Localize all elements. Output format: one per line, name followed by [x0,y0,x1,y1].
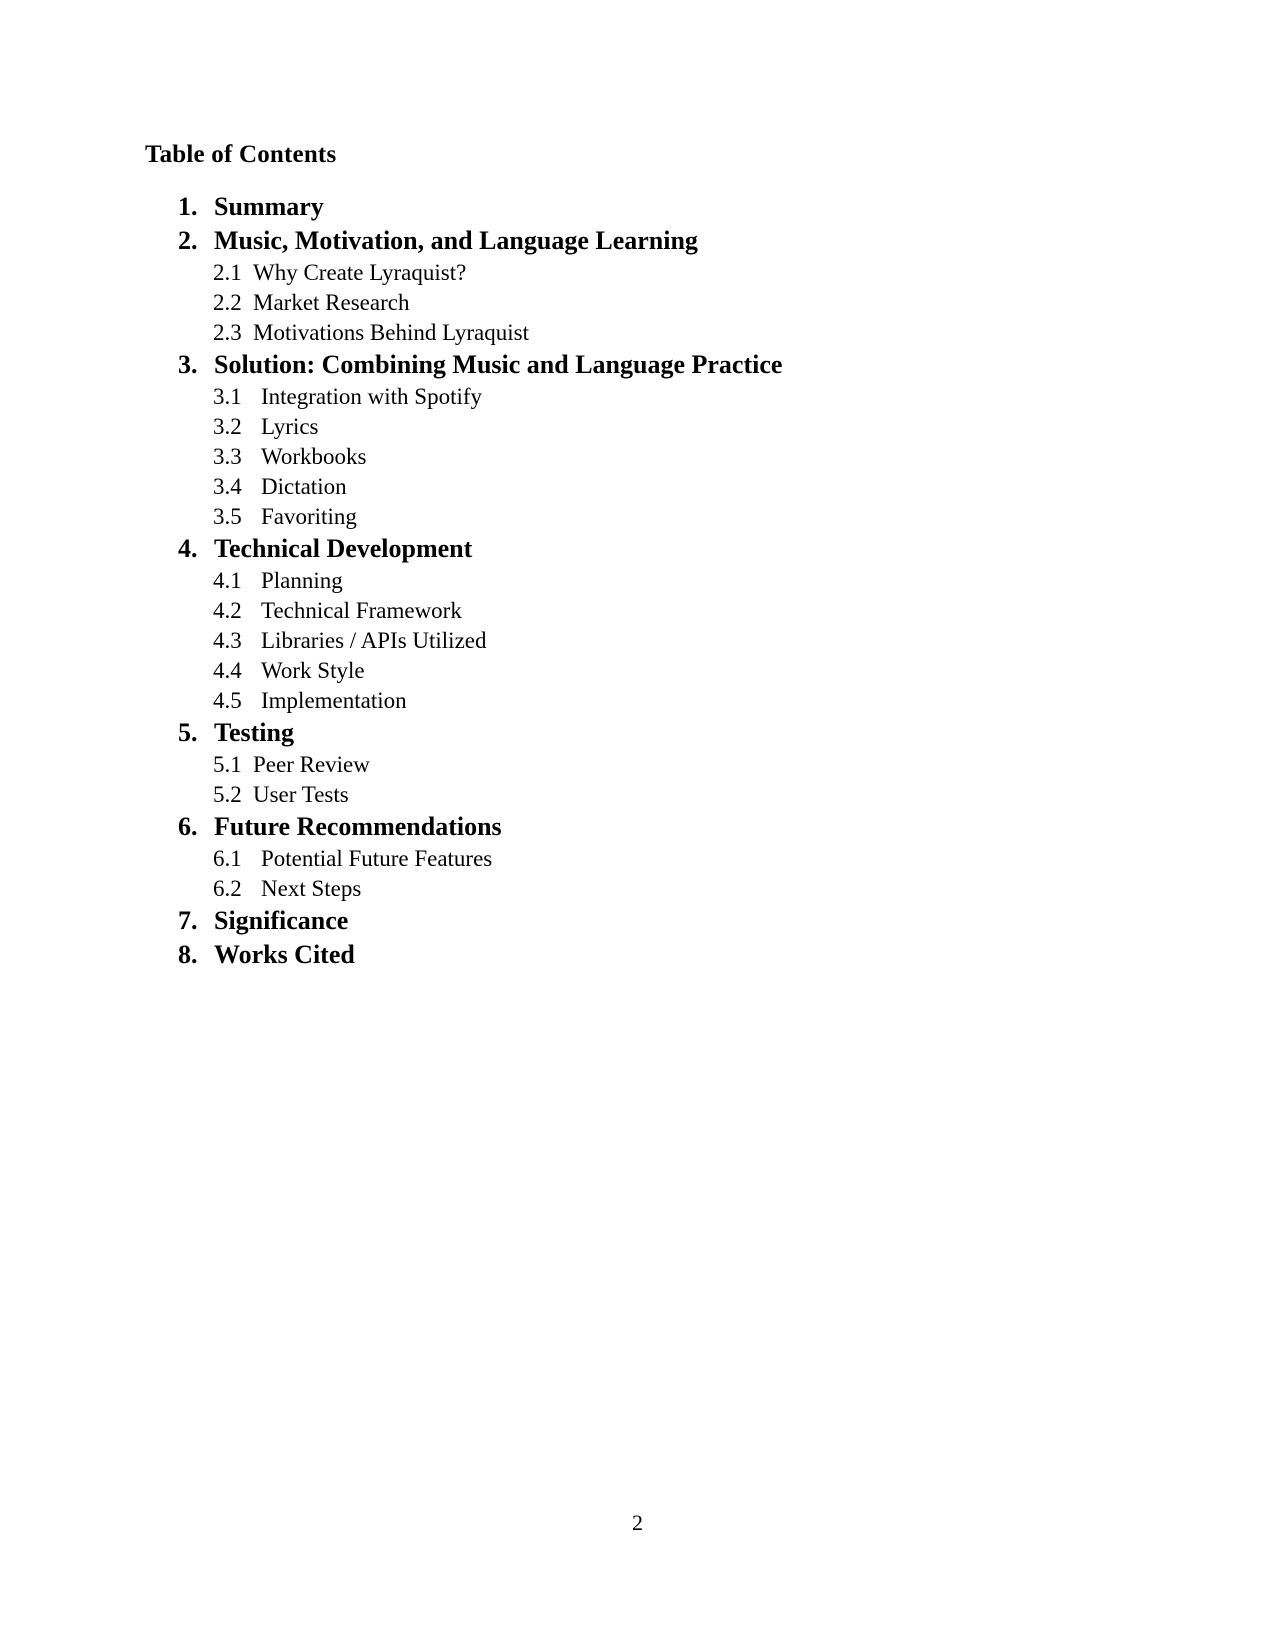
toc-subsection-list: 6.1 Potential Future Features 6.2 Next Step… [145,844,1130,904]
toc-section-label: Future Recommendations [214,812,502,841]
toc-section-label: Significance [214,906,349,935]
toc-subsection-number: 2.2 [213,290,242,315]
toc-subsection-label: Technical Framework [261,598,462,623]
toc-subsection-2-2[interactable]: 2.2 Market Research [145,288,1130,318]
toc-subsection-number: 2.3 [213,320,242,345]
toc-subsection-number: 4.5 [213,688,242,713]
toc-subsection-number: 6.2 [213,876,242,901]
toc-subsection-3-3[interactable]: 3.3 Workbooks [145,442,1130,472]
toc-section-8[interactable]: 8. Works Cited [145,938,1130,972]
toc-subsection-label: Dictation [261,474,347,499]
toc-subsection-number: 4.1 [213,568,242,593]
toc-subsection-3-4[interactable]: 3.4 Dictation [145,472,1130,502]
toc-subsection-label: Lyrics [261,414,319,439]
toc-section-number: 7. [178,906,198,935]
toc-entry: 2. Music, Motivation, and Language Learni… [145,224,1130,348]
toc-section-label: Summary [214,192,324,221]
toc-subsection-label: Why Create Lyraquist? [253,260,467,285]
document-page: Table of Contents 1. Summary 2. Music, Moti… [0,0,1275,1650]
toc-subsection-4-5[interactable]: 4.5 Implementation [145,686,1130,716]
toc-entry: 7. Significance [145,904,1130,938]
toc-subsection-label: User Tests [253,782,349,807]
toc-subsection-label: Market Research [253,290,410,315]
toc-subsection-6-2[interactable]: 6.2 Next Steps [145,874,1130,904]
toc-subsection-list: 3.1 Integration with Spotify 3.2 Lyrics 3.3 W… [145,382,1130,532]
toc-subsection-label: Libraries / APIs Utilized [261,628,487,653]
toc-section-number: 1. [178,192,198,221]
toc-subsection-label: Potential Future Features [261,846,493,871]
toc-subsection-number: 3.3 [213,444,242,469]
toc-subsection-number: 3.2 [213,414,242,439]
toc-section-number: 2. [178,226,198,255]
toc-section-3[interactable]: 3. Solution: Combining Music and Language… [145,348,1130,382]
toc-subsection-4-2[interactable]: 4.2 Technical Framework [145,596,1130,626]
toc-subsection-3-1[interactable]: 3.1 Integration with Spotify [145,382,1130,412]
toc-subsection-number: 4.2 [213,598,242,623]
toc-subsection-5-2[interactable]: 5.2 User Tests [145,780,1130,810]
page-number: 2 [632,1510,643,1535]
toc-subsection-4-4[interactable]: 4.4 Work Style [145,656,1130,686]
toc-subsection-list: 2.1 Why Create Lyraquist? 2.2 Market Resear… [145,258,1130,348]
toc-section-label: Music, Motivation, and Language Learning [214,226,698,255]
toc-entry: 6. Future Recommendations 6.1 Potential Fut… [145,810,1130,904]
toc-section-number: 6. [178,812,198,841]
toc-subsection-label: Integration with Spotify [261,384,483,409]
toc-subsection-number: 6.1 [213,846,242,871]
toc-subsection-label: Planning [261,568,343,593]
toc-subsection-2-3[interactable]: 2.3 Motivations Behind Lyraquist [145,318,1130,348]
toc-subsection-label: Work Style [261,658,365,683]
toc-subsection-list: 5.1 Peer Review 5.2 User Tests [145,750,1130,810]
toc-section-label: Testing [214,718,294,747]
toc-subsection-number: 4.3 [213,628,242,653]
toc-entry: 5. Testing 5.1 Peer Review 5.2 User Tests [145,716,1130,810]
toc-subsection-label: Favoriting [261,504,357,529]
toc-section-6[interactable]: 6. Future Recommendations [145,810,1130,844]
toc-subsection-number: 2.1 [213,260,242,285]
toc-subsection-3-5[interactable]: 3.5 Favoriting [145,502,1130,532]
toc-entry: 8. Works Cited [145,938,1130,972]
toc-entry: 1. Summary [145,190,1130,224]
toc-subsection-3-2[interactable]: 3.2 Lyrics [145,412,1130,442]
toc-subsection-4-1[interactable]: 4.1 Planning [145,566,1130,596]
toc-subsection-number: 3.5 [213,504,242,529]
toc-entry-list: 1. Summary 2. Music, Motivation, and Langua… [145,190,1130,972]
toc-section-label: Solution: Combining Music and Language P… [214,350,783,379]
page-title: Table of Contents [145,141,337,168]
toc-subsection-number: 5.1 [213,752,242,777]
toc-section-1[interactable]: 1. Summary [145,190,1130,224]
toc-entry: 4. Technical Development 4.1 Planning 4.2 Tec… [145,532,1130,716]
toc-subsection-number: 3.1 [213,384,242,409]
toc-section-number: 3. [178,350,198,379]
toc-section-4[interactable]: 4. Technical Development [145,532,1130,566]
toc-entry: 3. Solution: Combining Music and Language… [145,348,1130,532]
toc-subsection-number: 3.4 [213,474,242,499]
toc-section-2[interactable]: 2. Music, Motivation, and Language Learni… [145,224,1130,258]
toc-subsection-label: Motivations Behind Lyraquist [253,320,529,345]
toc-section-label: Works Cited [214,940,355,969]
toc-subsection-2-1[interactable]: 2.1 Why Create Lyraquist? [145,258,1130,288]
toc-section-number: 4. [178,534,198,563]
toc-subsection-number: 5.2 [213,782,242,807]
toc-subsection-label: Workbooks [261,444,367,469]
toc-subsection-5-1[interactable]: 5.1 Peer Review [145,750,1130,780]
toc-section-5[interactable]: 5. Testing [145,716,1130,750]
table-of-contents: Table of Contents 1. Summary 2. Music, Moti… [145,138,1130,972]
toc-subsection-number: 4.4 [213,658,242,683]
toc-subsection-label: Implementation [261,688,407,713]
toc-subsection-list: 4.1 Planning 4.2 Technical Framework 4.3 Libr… [145,566,1130,716]
toc-section-number: 5. [178,718,198,747]
toc-section-7[interactable]: 7. Significance [145,904,1130,938]
toc-section-label: Technical Development [214,534,473,563]
toc-subsection-6-1[interactable]: 6.1 Potential Future Features [145,844,1130,874]
toc-subsection-label: Peer Review [253,752,370,777]
toc-section-number: 8. [178,940,198,969]
toc-subsection-label: Next Steps [261,876,362,901]
toc-subsection-4-3[interactable]: 4.3 Libraries / APIs Utilized [145,626,1130,656]
